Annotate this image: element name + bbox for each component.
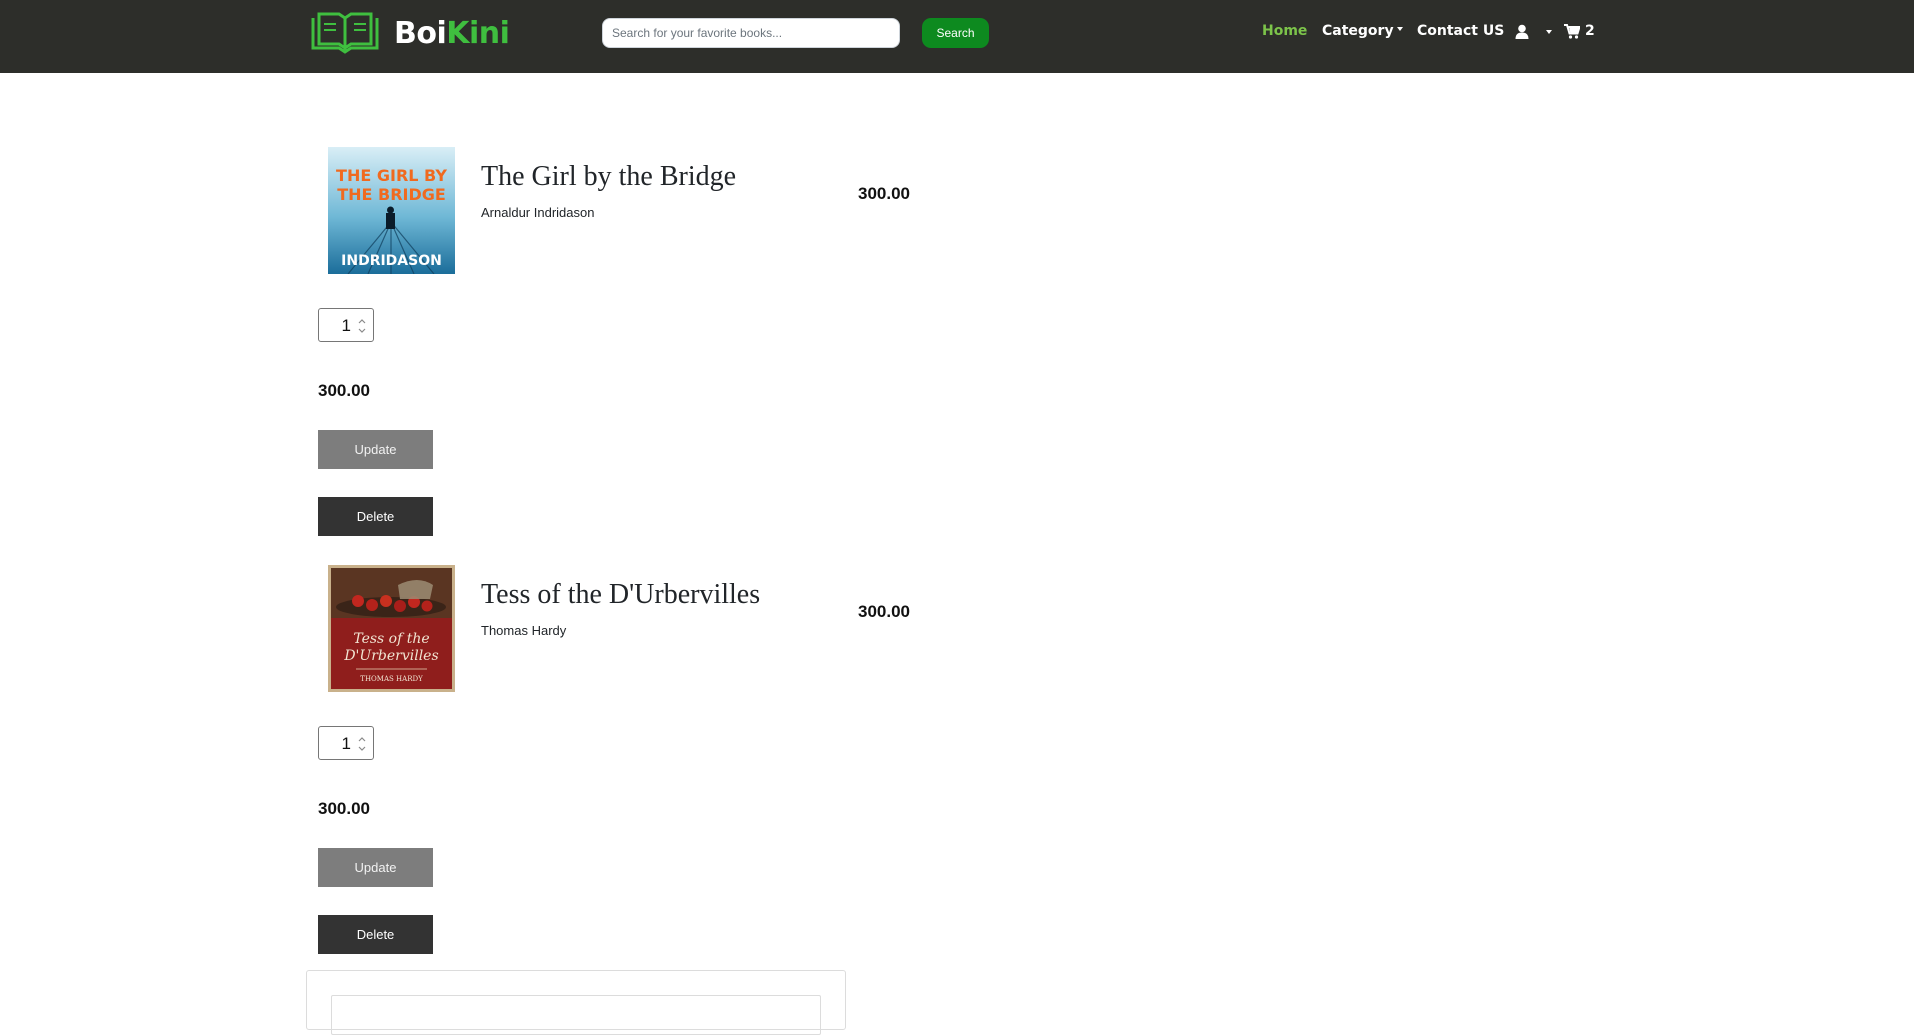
item-subtotal: 300.00 [318, 381, 370, 400]
update-button[interactable]: Update [318, 430, 433, 469]
nav-home-link[interactable]: Home [1262, 23, 1307, 39]
user-menu-chevron-down-icon[interactable] [1546, 30, 1552, 34]
update-button[interactable]: Update [318, 848, 433, 887]
cart-count-badge: 2 [1585, 23, 1595, 39]
navbar: BoiKini Search Home Category Contact US … [0, 0, 1914, 73]
spinner-arrows-icon[interactable] [357, 316, 367, 336]
book-price: 300.00 [858, 184, 910, 203]
quantity-value: 1 [341, 734, 351, 753]
nav-category-label: Category [1322, 23, 1394, 39]
cover-author: THOMAS HARDY [360, 675, 423, 683]
quantity-value: 1 [341, 316, 351, 335]
item-subtotal: 300.00 [318, 799, 370, 818]
book-cover-image: Tess of the D'Urbervilles THOMAS HARDY [328, 565, 455, 692]
book-author: Thomas Hardy [481, 623, 567, 638]
quantity-stepper[interactable]: 1 [318, 308, 374, 342]
nav-links: Home Category Contact US 2 [0, 0, 1914, 66]
quantity-stepper[interactable]: 1 [318, 726, 374, 760]
delete-button[interactable]: Delete [318, 915, 433, 954]
cover-title-line1: Tess of the [353, 631, 429, 647]
spinner-arrows-icon[interactable] [357, 734, 367, 754]
shopping-cart-icon [1564, 23, 1580, 39]
cover-title-line1: THE GIRL BY [336, 166, 447, 185]
cover-title-line2: THE BRIDGE [337, 185, 446, 204]
nav-category-dropdown[interactable]: Category [1322, 23, 1403, 39]
chevron-down-icon [1396, 27, 1403, 31]
book-cover-image: THE GIRL BY THE BRIDGE INDRIDASON [328, 147, 455, 274]
cover-author: INDRIDASON [341, 253, 442, 269]
nav-contact-link[interactable]: Contact US [1417, 23, 1504, 39]
cover-title-line2: D'Urbervilles [343, 648, 438, 664]
book-title: Tess of the D'Urbervilles [481, 579, 761, 610]
order-summary-card [306, 970, 846, 1035]
user-icon[interactable] [1515, 24, 1529, 40]
book-author: Arnaldur Indridason [481, 205, 595, 220]
delete-button[interactable]: Delete [318, 497, 433, 536]
book-title: The Girl by the Bridge [481, 161, 737, 192]
book-price: 300.00 [858, 602, 910, 621]
order-summary-inner-box [331, 995, 821, 1035]
cart-link[interactable]: 2 [1564, 23, 1595, 39]
